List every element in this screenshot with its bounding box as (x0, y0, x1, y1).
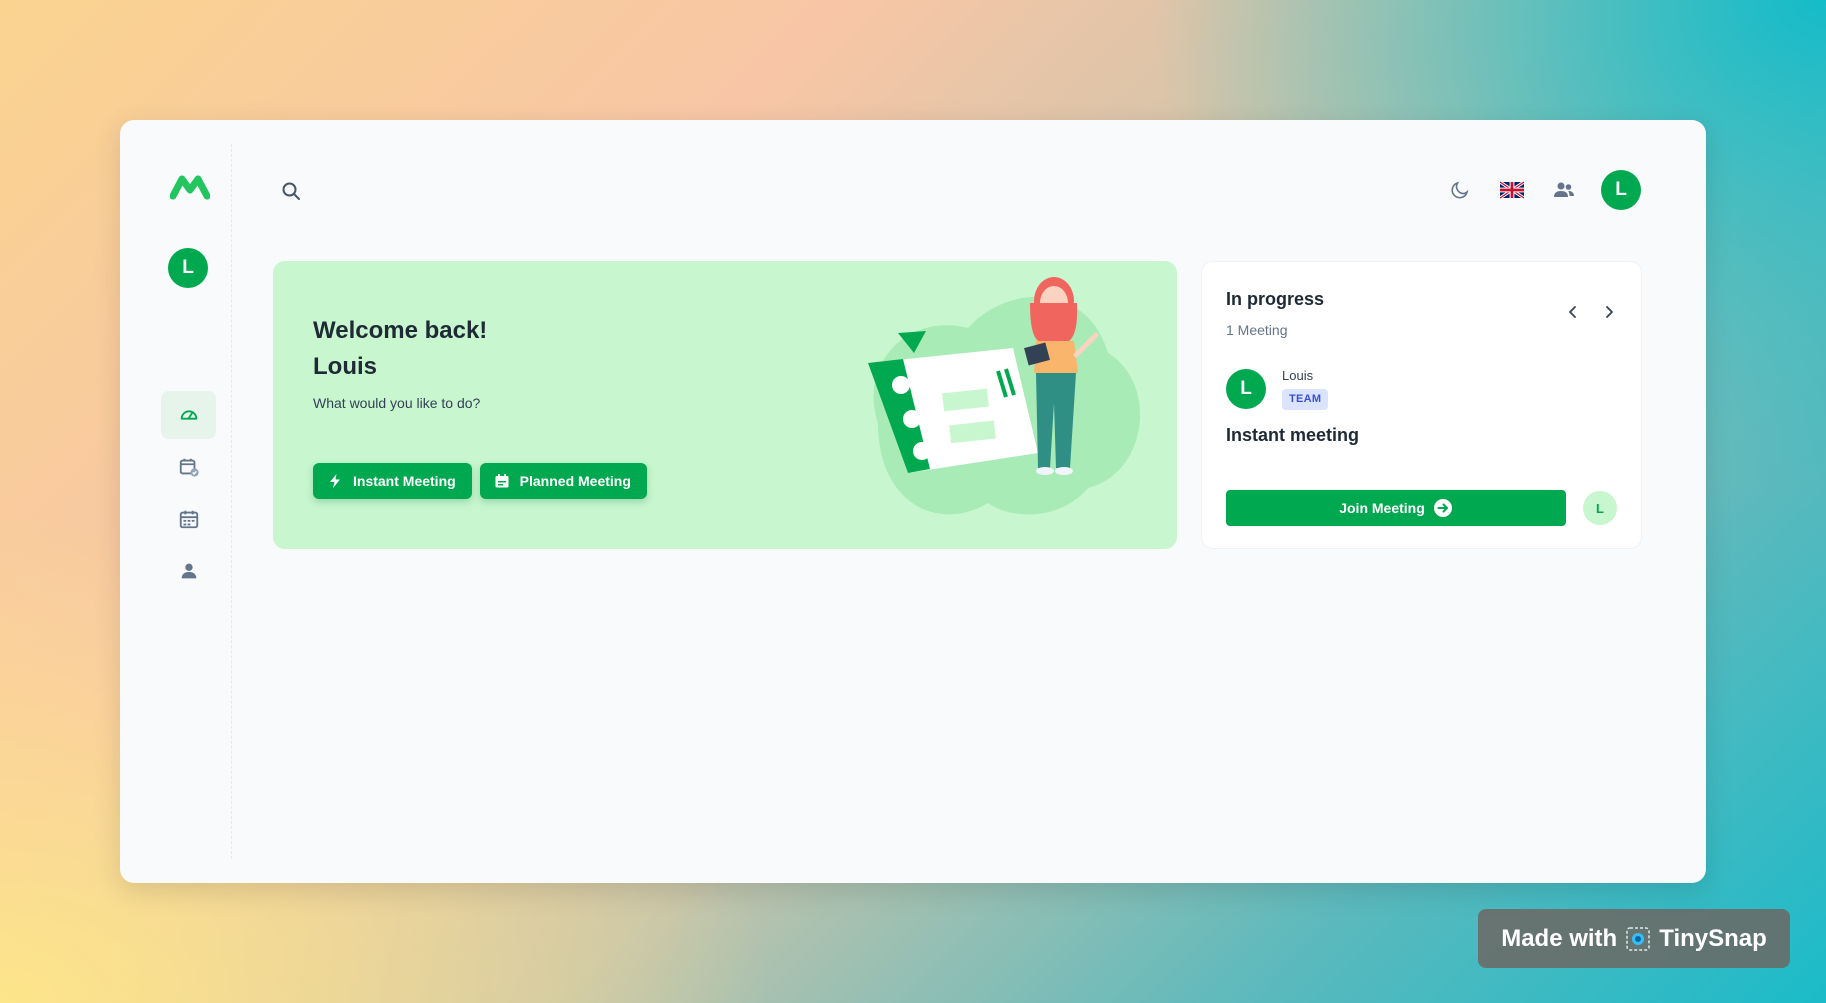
instant-meeting-label: Instant Meeting (353, 473, 456, 489)
host-name: Louis (1282, 368, 1314, 383)
m-logo-icon[interactable] (170, 174, 210, 200)
user-icon (181, 563, 196, 579)
welcome-actions: Instant Meeting Planned Meeting (313, 463, 655, 499)
watermark-brand: TinySnap (1659, 924, 1767, 952)
sidebar-item-scheduled[interactable] (161, 443, 216, 491)
chevron-left-icon[interactable] (1565, 304, 1581, 320)
sidebar: L (120, 144, 232, 859)
join-meeting-label: Join Meeting (1339, 500, 1425, 516)
lightning-icon (330, 474, 340, 488)
calendar-icon (495, 474, 509, 488)
sidebar-item-dashboard[interactable] (161, 391, 216, 439)
planned-meeting-button[interactable]: Planned Meeting (479, 463, 647, 499)
welcome-banner: Welcome back! Louis What would you like … (273, 261, 1177, 549)
watermark-prefix: Made with (1501, 924, 1618, 952)
chevron-right-icon[interactable] (1601, 304, 1617, 320)
user-avatar[interactable]: L (1601, 170, 1641, 210)
planned-meeting-label: Planned Meeting (519, 473, 631, 489)
welcome-subtitle: What would you like to do? (313, 395, 481, 411)
contacts-button[interactable] (1549, 175, 1579, 205)
topbar-actions: L (1445, 170, 1641, 210)
participant-avatar: L (1583, 491, 1617, 525)
arrow-right-circle-icon (1433, 499, 1452, 517)
sidebar-item-calendar[interactable] (161, 495, 216, 543)
uk-flag-icon (1500, 181, 1524, 199)
team-badge: TEAM (1282, 389, 1329, 410)
dashboard-gauge-icon (180, 410, 197, 420)
in-progress-title: In progress (1226, 289, 1325, 309)
join-meeting-button[interactable]: Join Meeting (1226, 490, 1566, 526)
moon-icon (1451, 181, 1469, 199)
calendar-grid-icon (179, 510, 198, 529)
tinysnap-logo-icon (1626, 926, 1650, 951)
sidebar-nav (161, 391, 216, 599)
app-window: L L Welcome back! Louis What would you l… (120, 120, 1706, 883)
meeting-count: 1 Meeting (1226, 322, 1288, 338)
sidebar-item-profile[interactable] (161, 547, 216, 595)
welcome-title: Welcome back! (313, 317, 488, 344)
welcome-user-name: Louis (313, 353, 377, 380)
theme-toggle[interactable] (1445, 175, 1475, 205)
sidebar-avatar[interactable]: L (168, 248, 208, 288)
language-selector[interactable] (1497, 175, 1527, 205)
instant-meeting-button[interactable]: Instant Meeting (313, 463, 472, 499)
tinysnap-watermark[interactable]: Made with TinySnap (1478, 909, 1790, 968)
calendar-check-icon (179, 458, 199, 477)
users-icon (1554, 182, 1574, 197)
meeting-title: Instant meeting (1226, 425, 1360, 445)
search-icon[interactable] (280, 180, 302, 202)
in-progress-card: In progress 1 Meeting L Louis TEAM Insta… (1201, 261, 1642, 549)
host-avatar: L (1226, 369, 1266, 409)
welcome-illustration (868, 277, 1141, 515)
